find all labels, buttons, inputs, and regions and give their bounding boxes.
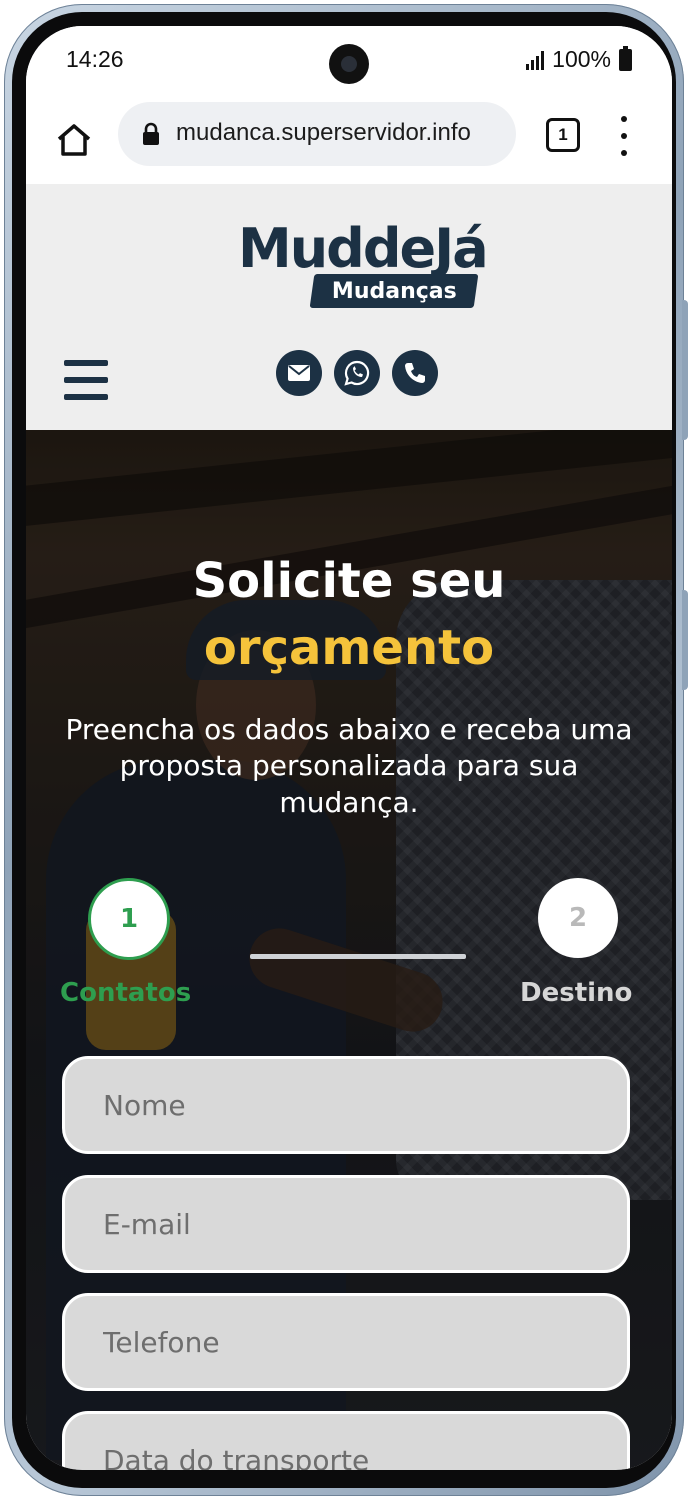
quote-hero-section: Solicite seu orçamento Preencha os dados…	[26, 430, 672, 1470]
status-indicators: 100%	[526, 45, 632, 73]
step-1-label: Contatos	[60, 978, 192, 1008]
step-2-circle[interactable]: 2	[538, 878, 618, 958]
status-bar: 14:26 100%	[26, 26, 672, 98]
email-icon	[288, 365, 310, 381]
site-header: MuddeJá Mudanças	[26, 184, 672, 430]
power-button	[682, 590, 688, 690]
phone-field	[62, 1293, 630, 1391]
signal-icon	[526, 50, 545, 70]
url-text: mudanca.superservidor.info	[176, 119, 471, 146]
contact-icons	[276, 350, 438, 396]
tab-switcher-button[interactable]: 1	[546, 118, 580, 152]
email-field	[62, 1175, 630, 1273]
browser-toolbar: mudanca.superservidor.info 1	[26, 98, 672, 185]
whatsapp-button[interactable]	[334, 350, 380, 396]
email-input[interactable]	[65, 1178, 627, 1270]
status-time: 14:26	[66, 46, 124, 72]
name-input[interactable]	[65, 1059, 627, 1151]
logo[interactable]: MuddeJá Mudanças	[238, 222, 489, 312]
front-camera	[329, 44, 369, 84]
hamburger-menu-button[interactable]	[64, 360, 108, 400]
whatsapp-icon	[344, 360, 370, 386]
step-progress-line	[250, 954, 466, 959]
screen: 14:26 100% mudanca.superservidor.info 1 …	[26, 26, 672, 1470]
hero-title-highlight: orçamento	[203, 620, 495, 677]
transport-date-input[interactable]	[65, 1414, 627, 1470]
home-button[interactable]	[50, 116, 98, 164]
phone-frame: 14:26 100% mudanca.superservidor.info 1 …	[4, 4, 688, 1496]
logo-badge: Mudanças	[309, 274, 479, 308]
lock-icon	[143, 122, 159, 145]
hero-subtitle: Preencha os dados abaixo e receba uma pr…	[65, 713, 633, 819]
battery-percent: 100%	[552, 46, 611, 72]
logo-text: MuddeJá	[238, 217, 489, 280]
battery-icon	[619, 45, 632, 71]
phone-input[interactable]	[65, 1296, 627, 1388]
home-icon	[57, 124, 91, 156]
hero-title: Solicite seu orçamento	[26, 548, 672, 682]
transport-date-field	[62, 1411, 630, 1470]
address-bar[interactable]: mudanca.superservidor.info	[118, 102, 516, 166]
name-field	[62, 1056, 630, 1154]
phone-icon	[405, 363, 425, 383]
email-button[interactable]	[276, 350, 322, 396]
volume-button	[682, 300, 688, 440]
phone-button[interactable]	[392, 350, 438, 396]
step-1-circle[interactable]: 1	[88, 878, 170, 960]
step-2-label: Destino	[520, 978, 633, 1008]
logo-badge-text: Mudanças	[331, 278, 457, 304]
browser-menu-button[interactable]	[616, 116, 632, 156]
hero-title-line1: Solicite seu	[192, 553, 506, 609]
